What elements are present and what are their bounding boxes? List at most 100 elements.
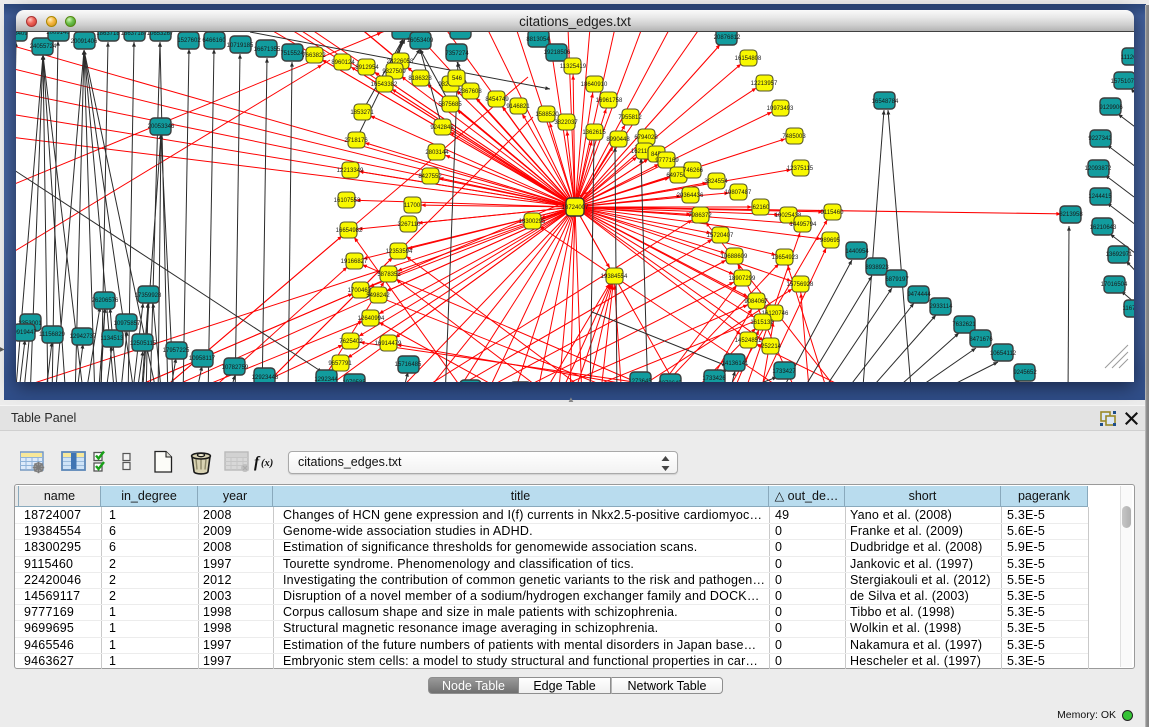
svg-text:9919447: 9919447 — [16, 330, 37, 336]
svg-text:16961758: 16961758 — [596, 98, 623, 104]
svg-text:9273645: 9273645 — [658, 381, 682, 382]
svg-text:16654982: 16654982 — [336, 228, 363, 234]
svg-text:17957225: 17957225 — [163, 348, 190, 354]
svg-text:989695: 989695 — [820, 238, 841, 244]
svg-text:10719185: 10719185 — [227, 43, 254, 49]
svg-text:7485003: 7485003 — [782, 134, 806, 140]
svg-text:1733427: 1733427 — [772, 369, 796, 375]
svg-text:10973493: 10973493 — [767, 106, 794, 112]
svg-text:8912954: 8912954 — [355, 65, 379, 71]
svg-text:12923448: 12923448 — [252, 375, 279, 381]
svg-text:16543382: 16543382 — [371, 82, 398, 88]
svg-text:9657791: 9657791 — [328, 361, 352, 367]
svg-text:7625402: 7625402 — [339, 339, 363, 345]
svg-text:10975857: 10975857 — [114, 321, 141, 327]
svg-text:16548784: 16548784 — [872, 99, 899, 105]
svg-text:12942737: 12942737 — [70, 334, 97, 340]
svg-text:1653409: 1653409 — [16, 32, 28, 37]
svg-text:9115460: 9115460 — [821, 210, 845, 216]
svg-text:1615132: 1615132 — [750, 320, 774, 326]
svg-text:f: f — [254, 454, 261, 471]
svg-text:9242848: 9242848 — [430, 125, 454, 131]
svg-text:7955812: 7955812 — [618, 115, 642, 121]
svg-text:10654112: 10654112 — [990, 351, 1017, 357]
svg-text:18724007: 18724007 — [562, 205, 589, 211]
svg-text:8990448: 8990448 — [606, 137, 630, 143]
svg-text:62160: 62160 — [753, 205, 770, 211]
svg-text:9129906: 9129906 — [1099, 105, 1123, 111]
svg-text:735727: 735727 — [451, 32, 472, 34]
svg-text:252214: 252214 — [761, 344, 782, 350]
svg-text:16053409: 16053409 — [407, 38, 434, 44]
svg-text:10782759: 10782759 — [222, 365, 249, 371]
svg-text:13654923: 13654923 — [772, 255, 799, 261]
svg-text:20091406: 20091406 — [71, 39, 98, 45]
svg-text:13692971: 13692971 — [1106, 252, 1133, 258]
svg-text:12213957: 12213957 — [751, 81, 778, 87]
svg-text:20053346: 20053346 — [148, 124, 175, 130]
svg-text:14495794: 14495794 — [790, 222, 817, 228]
svg-text:6466160: 6466160 — [202, 38, 226, 44]
svg-text:2718176: 2718176 — [344, 138, 368, 144]
svg-text:12353594: 12353594 — [386, 249, 413, 255]
svg-text:20364436: 20364436 — [677, 193, 704, 199]
svg-text:1588520: 1588520 — [535, 112, 559, 118]
svg-text:7515524: 7515524 — [280, 51, 304, 57]
svg-text:11700: 11700 — [404, 203, 421, 209]
svg-text:10653267: 10653267 — [147, 32, 174, 37]
svg-text:7663822: 7663822 — [302, 53, 326, 59]
svg-text:(x): (x) — [261, 458, 273, 469]
svg-text:14136141: 14136141 — [722, 361, 749, 367]
svg-text:1733426: 1733426 — [702, 376, 726, 382]
svg-text:11156829: 11156829 — [39, 332, 65, 338]
svg-text:9327509: 9327509 — [382, 69, 406, 75]
svg-text:9245652: 9245652 — [1013, 370, 1037, 376]
svg-text:8454749: 8454749 — [485, 97, 509, 103]
svg-text:17359928: 17359928 — [135, 293, 162, 299]
svg-text:11325419: 11325419 — [560, 64, 587, 70]
svg-text:18300295: 18300295 — [519, 219, 546, 225]
svg-text:8813054: 8813054 — [526, 37, 550, 43]
svg-text:18907299: 18907299 — [729, 276, 756, 282]
svg-text:8960124: 8960124 — [331, 60, 355, 66]
svg-text:1167533: 1167533 — [1123, 306, 1134, 312]
svg-text:19218506: 19218506 — [544, 50, 571, 56]
svg-text:15720407: 15720407 — [707, 233, 734, 239]
svg-text:8186328: 8186328 — [408, 76, 432, 82]
svg-text:9084067: 9084067 — [744, 299, 768, 305]
svg-text:9146821: 9146821 — [506, 104, 530, 110]
svg-text:18640910: 18640910 — [581, 82, 608, 88]
svg-text:14524851: 14524851 — [735, 338, 762, 344]
svg-text:7632621: 7632621 — [952, 322, 976, 328]
svg-text:1362615: 1362615 — [582, 130, 606, 136]
svg-text:1863718: 1863718 — [96, 32, 120, 37]
svg-text:3267110: 3267110 — [398, 222, 422, 228]
svg-text:746266: 746266 — [683, 168, 704, 174]
svg-text:1292344: 1292344 — [314, 377, 338, 382]
svg-text:8938923: 8938923 — [865, 265, 889, 271]
svg-text:15751074: 15751074 — [1111, 79, 1134, 85]
svg-text:8471676: 8471676 — [969, 337, 993, 343]
svg-text:18637187: 18637187 — [121, 32, 148, 37]
svg-text:15716485: 15716485 — [395, 362, 422, 368]
svg-text:9777169: 9777169 — [655, 158, 679, 164]
svg-text:1112063: 1112063 — [1121, 55, 1134, 61]
svg-text:12213349: 12213349 — [337, 168, 364, 174]
svg-text:16154808: 16154808 — [735, 56, 762, 62]
svg-text:10958117: 10958117 — [189, 356, 216, 362]
svg-text:16671355: 16671355 — [254, 47, 281, 53]
svg-text:12505115: 12505115 — [130, 341, 157, 347]
svg-text:8213958: 8213958 — [1059, 212, 1083, 218]
svg-text:1527602: 1527602 — [177, 38, 201, 44]
svg-text:17016504: 17016504 — [1101, 282, 1128, 288]
svg-text:546: 546 — [452, 76, 463, 82]
svg-text:5498242: 5498242 — [366, 293, 390, 299]
svg-text:3822037: 3822037 — [554, 120, 578, 126]
svg-text:2933114: 2933114 — [930, 304, 954, 310]
svg-text:19166827: 19166827 — [341, 259, 368, 265]
svg-text:6879197: 6879197 — [885, 277, 909, 283]
svg-text:16107553: 16107553 — [334, 198, 361, 204]
svg-text:20876812: 20876812 — [714, 35, 741, 41]
svg-text:8427552: 8427552 — [418, 174, 442, 180]
svg-text:1273645: 1273645 — [628, 379, 652, 382]
